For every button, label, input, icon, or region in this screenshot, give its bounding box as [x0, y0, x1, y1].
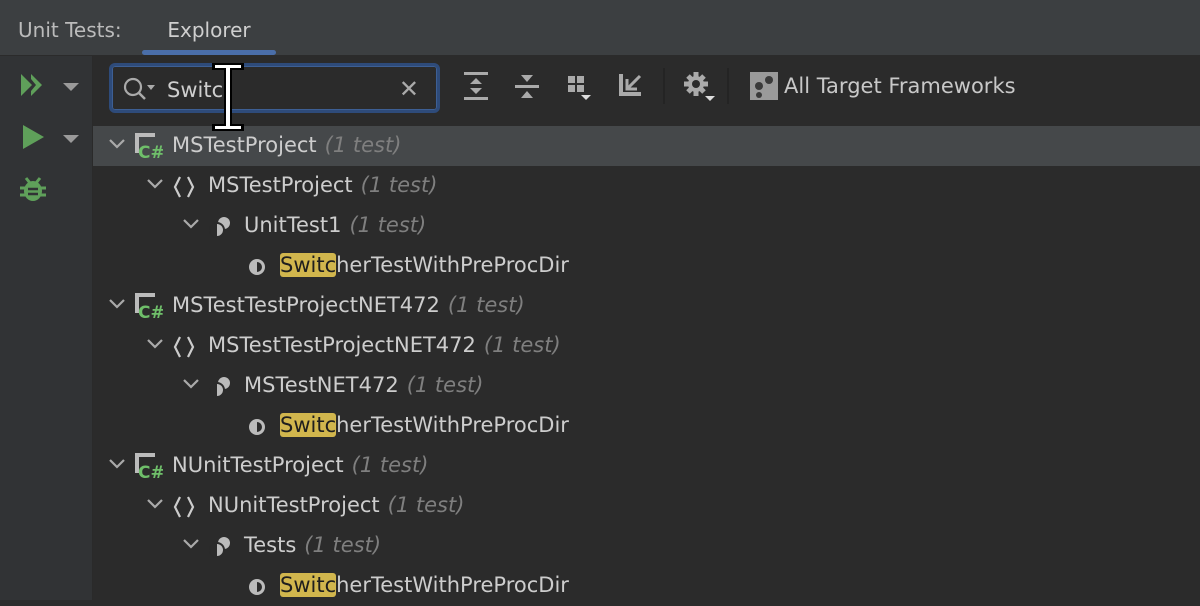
test-class-icon	[207, 534, 233, 560]
test-count: (1 test)	[387, 493, 465, 517]
tree-row[interactable]: Tests (1 test)	[93, 526, 1200, 566]
search-field[interactable]: Switc ✕	[109, 63, 440, 113]
chevron-down-icon[interactable]	[181, 214, 201, 234]
chevron-down-icon[interactable]	[145, 494, 165, 514]
tree-row[interactable]: C# MSTestTestProjectNET472 (1 test)	[93, 286, 1200, 326]
test-method-icon	[246, 574, 272, 600]
chevron-down-icon[interactable]	[107, 454, 127, 474]
toolbar-divider	[663, 68, 665, 104]
group-by-icon	[568, 76, 591, 100]
debug-icon	[20, 177, 46, 201]
node-name: NUnitTestProject (1 test)	[172, 453, 429, 477]
tree-row[interactable]: UnitTest1 (1 test)	[93, 206, 1200, 246]
node-name: MSTestTestProjectNET472 (1 test)	[172, 293, 525, 317]
search-match-highlight: Switc	[280, 253, 337, 277]
node-name: MSTestProject (1 test)	[208, 173, 438, 197]
frameworks-icon	[750, 72, 778, 100]
arrow-down-left-icon	[619, 74, 642, 96]
test-tree: C# MSTestProject (1 test) MSTestProject (1 t…	[93, 126, 1200, 606]
test-name: SwitcherTestWithPreProcDir	[280, 253, 569, 277]
test-count: (1 test)	[447, 293, 525, 317]
run-icon	[23, 125, 44, 149]
run-all-icon	[21, 74, 42, 96]
chevron-down-icon[interactable]	[63, 135, 79, 143]
test-count: (1 test)	[349, 213, 427, 237]
expand-all-button[interactable]	[459, 66, 493, 106]
explorer-panel: Switc ✕ All Target Frameworks C# MSTestPr…	[93, 56, 1200, 600]
group-by-button[interactable]	[563, 66, 597, 106]
target-frameworks-selector[interactable]: All Target Frameworks	[750, 66, 1016, 106]
settings-button[interactable]	[681, 66, 715, 106]
chevron-down-icon[interactable]	[145, 334, 165, 354]
csharp-project-icon: C#	[133, 131, 165, 163]
target-frameworks-label: All Target Frameworks	[784, 74, 1016, 98]
clear-search-icon[interactable]: ✕	[399, 75, 419, 103]
test-count: (1 test)	[304, 533, 382, 557]
expand-all-icon	[464, 72, 488, 100]
chevron-down-icon[interactable]	[107, 294, 127, 314]
test-name: SwitcherTestWithPreProcDir	[280, 413, 569, 437]
tree-row[interactable]: C# MSTestProject (1 test)	[93, 126, 1200, 166]
left-toolbar	[0, 56, 93, 600]
toolbar-divider	[727, 68, 729, 104]
search-match-highlight: Switc	[280, 573, 337, 597]
tool-window-title: Unit Tests:	[18, 18, 122, 42]
tree-row[interactable]: C# NUnitTestProject (1 test)	[93, 446, 1200, 486]
tree-row[interactable]: SwitcherTestWithPreProcDir	[93, 406, 1200, 446]
search-input[interactable]: Switc	[167, 78, 223, 102]
test-count: (1 test)	[483, 333, 561, 357]
test-count: (1 test)	[406, 373, 484, 397]
node-name: NUnitTestProject (1 test)	[208, 493, 465, 517]
tree-row[interactable]: NUnitTestProject (1 test)	[93, 486, 1200, 526]
test-count: (1 test)	[324, 133, 402, 157]
test-count: (1 test)	[360, 173, 438, 197]
chevron-down-icon[interactable]	[145, 174, 165, 194]
tree-row[interactable]: SwitcherTestWithPreProcDir	[93, 246, 1200, 286]
svg-text:C#: C#	[138, 303, 163, 321]
test-class-icon	[207, 374, 233, 400]
namespace-icon	[171, 174, 197, 200]
tree-row[interactable]: MSTestNET472 (1 test)	[93, 366, 1200, 406]
csharp-project-icon: C#	[133, 291, 165, 323]
run-button[interactable]	[18, 122, 82, 158]
tree-row[interactable]: MSTestTestProjectNET472 (1 test)	[93, 326, 1200, 366]
tab-label: Explorer	[167, 18, 251, 42]
namespace-icon	[171, 494, 197, 520]
node-name: MSTestNET472 (1 test)	[244, 373, 484, 397]
import-button[interactable]	[613, 66, 647, 106]
namespace-icon	[171, 334, 197, 360]
search-icon	[123, 77, 155, 100]
tree-row[interactable]: SwitcherTestWithPreProcDir	[93, 566, 1200, 606]
svg-text:C#: C#	[138, 143, 163, 161]
test-method-icon	[246, 254, 272, 280]
chevron-down-icon[interactable]	[63, 83, 79, 91]
node-name: MSTestTestProjectNET472 (1 test)	[208, 333, 561, 357]
test-name: SwitcherTestWithPreProcDir	[280, 573, 569, 597]
gear-icon	[684, 72, 715, 101]
node-name: Tests (1 test)	[244, 533, 382, 557]
svg-text:C#: C#	[138, 463, 163, 481]
chevron-down-icon[interactable]	[181, 374, 201, 394]
chevron-down-icon[interactable]	[181, 534, 201, 554]
test-method-icon	[246, 414, 272, 440]
tool-window-header: Unit Tests: Explorer	[0, 0, 1200, 56]
debug-button[interactable]	[18, 174, 82, 210]
search-match-highlight: Switc	[280, 413, 337, 437]
node-name: UnitTest1 (1 test)	[244, 213, 427, 237]
node-name: MSTestProject (1 test)	[172, 133, 402, 157]
csharp-project-icon: C#	[133, 451, 165, 483]
chevron-down-icon[interactable]	[107, 134, 127, 154]
tree-row[interactable]: MSTestProject (1 test)	[93, 166, 1200, 206]
test-count: (1 test)	[351, 453, 429, 477]
collapse-all-button[interactable]	[510, 66, 544, 106]
tab-explorer[interactable]: Explorer	[142, 0, 276, 56]
test-class-icon	[207, 214, 233, 240]
active-tab-indicator	[142, 50, 276, 55]
run-all-button[interactable]	[18, 70, 82, 106]
collapse-all-icon	[515, 75, 539, 98]
